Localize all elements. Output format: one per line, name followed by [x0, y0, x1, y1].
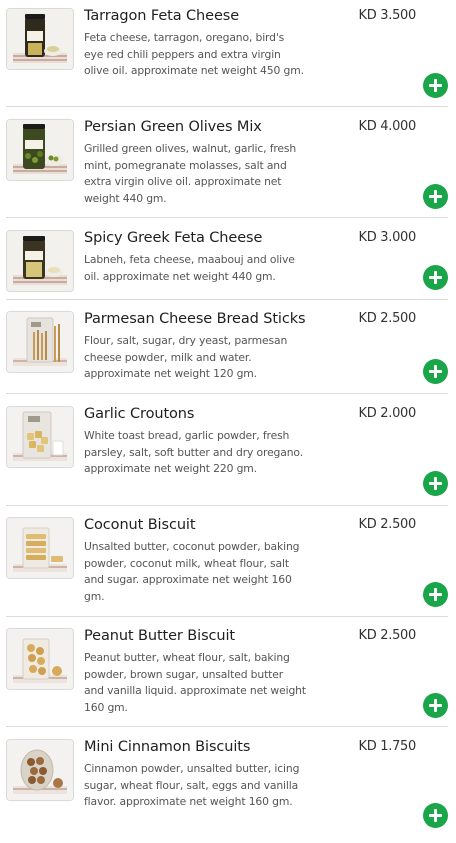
bag-product-image [7, 407, 73, 467]
product-description: Peanut butter, wheat flour, salt, baking… [84, 651, 306, 714]
product-description: Labneh, feta cheese, maabouj and olive o… [84, 253, 295, 283]
product-description: Grilled green olives, walnut, garlic, fr… [84, 142, 297, 205]
product-name[interactable]: Coconut Biscuit [84, 517, 196, 533]
divider [6, 505, 448, 506]
add-to-cart-button[interactable] [423, 359, 448, 384]
bag-product-image [7, 312, 73, 372]
jar-product-image [7, 120, 73, 180]
product-thumbnail[interactable] [6, 8, 74, 70]
jar-product-image [7, 9, 73, 69]
product-name[interactable]: Spicy Greek Feta Cheese [84, 230, 262, 246]
product-price: KD 3.000 [358, 230, 417, 245]
biscuit-bag-image [7, 629, 73, 689]
add-to-cart-button[interactable] [423, 693, 448, 718]
product-price: KD 4.000 [358, 119, 417, 134]
product-item[interactable]: Garlic Croutons KD 2.000 White toast bre… [0, 398, 456, 506]
product-item[interactable]: Spicy Greek Feta Cheese KD 3.000 Labneh,… [0, 222, 456, 300]
product-thumbnail[interactable] [6, 119, 74, 181]
product-price: KD 2.500 [358, 517, 417, 532]
product-thumbnail[interactable] [6, 311, 74, 373]
divider [6, 726, 448, 727]
divider [6, 217, 448, 218]
divider [6, 299, 448, 300]
add-to-cart-button[interactable] [423, 73, 448, 98]
product-description: Cinnamon powder, unsalted butter, icing … [84, 762, 300, 808]
add-to-cart-button[interactable] [423, 803, 448, 828]
product-item[interactable]: Parmesan Cheese Bread Sticks KD 2.500 Fl… [0, 303, 456, 394]
divider [6, 393, 448, 394]
product-item[interactable]: Mini Cinnamon Biscuits KD 1.750 Cinnamon… [0, 731, 456, 838]
product-price: KD 1.750 [358, 739, 417, 754]
product-thumbnail[interactable] [6, 628, 74, 690]
product-item[interactable]: Tarragon Feta Cheese KD 3.500 Feta chees… [0, 0, 456, 107]
product-item[interactable]: Persian Green Olives Mix KD 4.000 Grille… [0, 111, 456, 218]
product-description: Feta cheese, tarragon, oregano, bird's e… [84, 31, 304, 77]
add-to-cart-button[interactable] [423, 265, 448, 290]
product-description: Unsalted butter, coconut powder, baking … [84, 540, 300, 603]
product-thumbnail[interactable] [6, 406, 74, 468]
product-name[interactable]: Peanut Butter Biscuit [84, 628, 235, 644]
product-thumbnail[interactable] [6, 739, 74, 801]
jar-product-image [7, 231, 73, 291]
add-to-cart-button[interactable] [423, 471, 448, 496]
product-thumbnail[interactable] [6, 230, 74, 292]
product-name[interactable]: Tarragon Feta Cheese [84, 8, 239, 24]
product-price: KD 3.500 [358, 8, 417, 23]
product-item[interactable]: Peanut Butter Biscuit KD 2.500 Peanut bu… [0, 620, 456, 727]
product-name[interactable]: Mini Cinnamon Biscuits [84, 739, 250, 755]
product-price: KD 2.500 [358, 311, 417, 326]
divider [6, 616, 448, 617]
biscuit-bag-image [7, 518, 73, 578]
product-price: KD 2.500 [358, 628, 417, 643]
product-name[interactable]: Persian Green Olives Mix [84, 119, 262, 135]
divider [6, 106, 448, 107]
product-item[interactable]: Coconut Biscuit KD 2.500 Unsalted butter… [0, 509, 456, 617]
product-name[interactable]: Parmesan Cheese Bread Sticks [84, 311, 306, 327]
product-description: Flour, salt, sugar, dry yeast, parmesan … [84, 334, 288, 380]
product-description: White toast bread, garlic powder, fresh … [84, 429, 303, 475]
add-to-cart-button[interactable] [423, 582, 448, 607]
biscuit-bag-image [7, 740, 73, 800]
product-price: KD 2.000 [358, 406, 417, 421]
product-name[interactable]: Garlic Croutons [84, 406, 194, 422]
add-to-cart-button[interactable] [423, 184, 448, 209]
product-thumbnail[interactable] [6, 517, 74, 579]
